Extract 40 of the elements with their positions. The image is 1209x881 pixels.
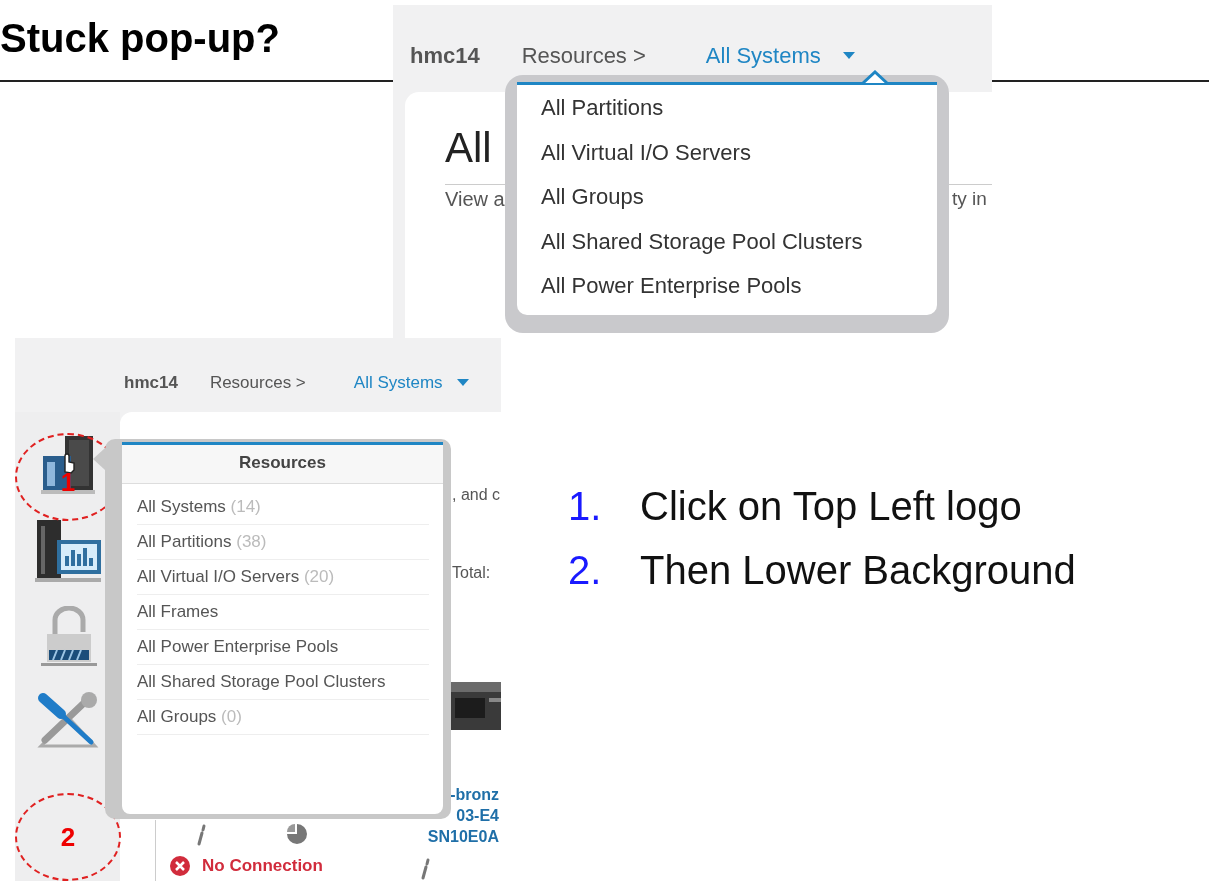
slide-title: Stuck pop-up?	[0, 16, 280, 60]
popup-title: Resources	[122, 445, 443, 484]
breadcrumb-current[interactable]: All Systems	[705, 43, 855, 69]
menu-item[interactable]: All Virtual I/O Servers (20)	[137, 560, 429, 595]
system-name-link[interactable]: -bronz	[450, 784, 499, 805]
step-number: 2	[60, 821, 76, 853]
list-number: 1.	[568, 483, 603, 529]
error-icon	[170, 856, 190, 876]
menu-item[interactable]: All Frames	[137, 595, 429, 630]
system-name-link[interactable]: SN10E0A	[427, 826, 499, 847]
host-name: hmc14	[124, 373, 178, 393]
total-label: Total:	[452, 564, 491, 582]
host-name: hmc14	[410, 43, 480, 69]
description-text: ty in	[952, 188, 987, 210]
step-number: 1	[60, 466, 76, 498]
menu-item[interactable]: All Partitions	[517, 94, 937, 139]
description-text: , and c	[452, 486, 501, 504]
menu-item[interactable]: All Groups (0)	[137, 700, 429, 735]
page-title: All	[445, 124, 492, 172]
system-name-link[interactable]: 03-E4	[456, 805, 499, 826]
breadcrumb-current[interactable]: All Systems	[353, 373, 469, 393]
caret-icon	[456, 379, 469, 387]
menu-item[interactable]: All Shared Storage Pool Clusters	[137, 665, 429, 700]
menu-item[interactable]: All Power Enterprise Pools	[137, 630, 429, 665]
menu-item[interactable]: All Systems (14)	[137, 490, 429, 525]
menu-item[interactable]: All Power Enterprise Pools	[517, 272, 937, 317]
step-text: Click on Top Left logo	[640, 483, 1022, 529]
breadcrumb-link[interactable]: Resources >	[209, 373, 306, 393]
menu-item[interactable]: All Virtual I/O Servers	[517, 138, 937, 183]
computer-monitor-icon	[32, 518, 103, 584]
breadcrumb-link[interactable]: Resources >	[521, 43, 646, 69]
pie-icon	[287, 824, 307, 844]
menu-item[interactable]: All Shared Storage Pool Clusters	[517, 227, 937, 272]
menu-item[interactable]: All Partitions (38)	[137, 525, 429, 560]
description-text: View a	[445, 188, 505, 211]
caret-icon	[842, 52, 855, 60]
status-text: No Connection	[202, 856, 323, 876]
list-number: 2.	[568, 547, 603, 593]
step-text: Then Lower Background	[640, 547, 1076, 593]
menu-item[interactable]: All Groups	[517, 183, 937, 228]
